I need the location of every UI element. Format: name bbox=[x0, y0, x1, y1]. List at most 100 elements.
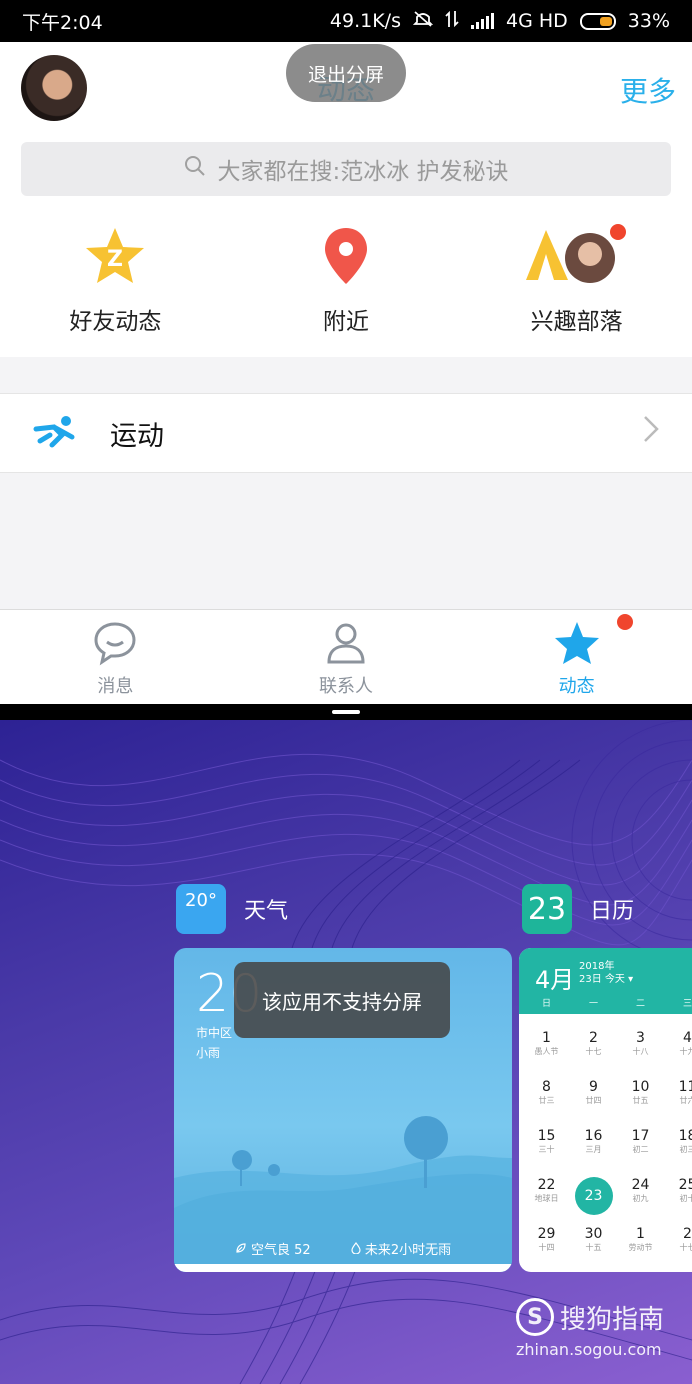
calendar-day[interactable]: 10 廿五 bbox=[617, 1079, 664, 1106]
calendar-day[interactable]: 16 三月 bbox=[570, 1128, 617, 1155]
calendar-day[interactable]: 22 地球日 bbox=[523, 1177, 570, 1204]
calendar-day-number: 4 bbox=[683, 1030, 692, 1046]
calendar-day[interactable]: 23 bbox=[570, 1177, 617, 1215]
calendar-day-number: 1 bbox=[636, 1226, 645, 1242]
split-handle[interactable] bbox=[332, 710, 360, 714]
weather-widget-title: 天气 bbox=[244, 899, 289, 924]
tab-messages[interactable]: 消息 bbox=[0, 610, 231, 704]
calendar-day-number: 16 bbox=[584, 1128, 603, 1144]
calendar-day-lunar: 初十 bbox=[679, 1194, 692, 1203]
star-z-icon: Z bbox=[75, 224, 155, 288]
calendar-day[interactable]: 24 初九 bbox=[617, 1177, 664, 1204]
calendar-day[interactable]: 18 初三 bbox=[664, 1128, 692, 1155]
weather-condition: 小雨 bbox=[196, 1046, 221, 1060]
calendar-weekdays: 日 一 二 三 bbox=[541, 999, 692, 1009]
calendar-day[interactable]: 29 十四 bbox=[523, 1226, 570, 1253]
air-quality: 空气良 52 bbox=[235, 1239, 311, 1258]
search-placeholder: 大家都在搜:范冰冰 护发秘诀 bbox=[217, 159, 509, 185]
calendar-day[interactable]: 15 三十 bbox=[523, 1128, 570, 1155]
calendar-day[interactable]: 25 初十 bbox=[664, 1177, 692, 1204]
calendar-day-number: 22 bbox=[537, 1177, 556, 1193]
calendar-day-number: 2 bbox=[683, 1226, 692, 1242]
tab-label: 动态 bbox=[558, 676, 595, 697]
calendar-day-lunar: 廿三 bbox=[538, 1096, 555, 1105]
data-transfer-icon bbox=[445, 10, 459, 33]
calendar-day-lunar: 地球日 bbox=[534, 1194, 559, 1203]
search-icon bbox=[183, 154, 207, 184]
calendar-day-lunar: 廿五 bbox=[632, 1096, 649, 1105]
calendar-subtitle: 2018年 23日 今天 ▾ bbox=[579, 961, 634, 985]
tab-label: 消息 bbox=[97, 676, 134, 697]
shortcut-row: Z 好友动态 附近 兴趣部落 bbox=[0, 224, 692, 344]
calendar-day[interactable]: 3 十八 bbox=[617, 1030, 664, 1057]
more-button[interactable]: 更多 bbox=[620, 70, 676, 110]
network-type: 4G HD bbox=[505, 10, 568, 32]
calendar-day-number: 30 bbox=[584, 1226, 603, 1242]
calendar-day-lunar: 三十 bbox=[538, 1145, 555, 1154]
calendar-day[interactable]: 11 廿六 bbox=[664, 1079, 692, 1106]
calendar-day[interactable]: 4 十九 bbox=[664, 1030, 692, 1057]
exit-split-button[interactable]: 退出分屏 bbox=[286, 44, 406, 102]
calendar-day[interactable]: 8 廿三 bbox=[523, 1079, 570, 1106]
calendar-day-number: 23 bbox=[574, 1177, 613, 1215]
calendar-day[interactable]: 30 十五 bbox=[570, 1226, 617, 1253]
calendar-day-lunar: 廿四 bbox=[585, 1096, 602, 1105]
calendar-day-number: 18 bbox=[678, 1128, 692, 1144]
calendar-day-number: 17 bbox=[631, 1128, 650, 1144]
calendar-widget[interactable]: 4月 2018年 23日 今天 ▾ 日 一 二 三 1 愚人节 2 十七 3 十八 4 十九 8… bbox=[519, 948, 692, 1272]
calendar-header: 4月 2018年 23日 今天 ▾ 日 一 二 三 bbox=[519, 948, 692, 1014]
drop-icon bbox=[351, 1242, 365, 1258]
calendar-month: 4月 bbox=[535, 966, 575, 994]
calendar-day-number: 3 bbox=[636, 1030, 645, 1046]
watermark-brand: 搜狗指南 bbox=[560, 1304, 665, 1335]
calendar-day-number: 1 bbox=[542, 1030, 551, 1046]
sogou-logo-icon: S bbox=[516, 1298, 554, 1336]
weather-app-icon: 20° bbox=[176, 884, 226, 934]
tab-feed[interactable]: 动态 bbox=[461, 610, 692, 704]
calendar-day-lunar: 十七 bbox=[585, 1047, 602, 1056]
shortcut-interest-tribe[interactable]: 兴趣部落 bbox=[461, 224, 692, 344]
calendar-day-number: 15 bbox=[537, 1128, 556, 1144]
calendar-day-lunar: 十五 bbox=[585, 1243, 602, 1252]
shortcut-label: 好友动态 bbox=[69, 309, 162, 335]
calendar-day-number: 8 bbox=[542, 1079, 551, 1095]
notification-dot bbox=[609, 224, 626, 240]
weather-widget-header[interactable]: 20° 天气 bbox=[176, 884, 288, 934]
calendar-day-lunar: 劳动节 bbox=[628, 1243, 653, 1252]
calendar-widget-header[interactable]: 23 日历 bbox=[522, 884, 634, 934]
status-bar: 下午2:04 49.1K/s 4G HD 33% bbox=[0, 0, 692, 42]
calendar-day-number: 24 bbox=[631, 1177, 650, 1193]
calendar-day-number: 2 bbox=[589, 1030, 598, 1046]
status-time: 下午2:04 bbox=[22, 11, 103, 34]
sport-row[interactable]: 运动 bbox=[0, 393, 692, 473]
chevron-right-icon bbox=[642, 415, 692, 451]
shortcut-friends-feed[interactable]: Z 好友动态 bbox=[0, 224, 231, 344]
tab-contacts[interactable]: 联系人 bbox=[231, 610, 462, 704]
mute-icon bbox=[412, 10, 434, 33]
top-app: 动态 退出分屏 更多 大家都在搜:范冰冰 护发秘诀 Z 好友动态 附近 bbox=[0, 42, 692, 704]
calendar-day[interactable]: 17 初二 bbox=[617, 1128, 664, 1155]
search-bar[interactable]: 大家都在搜:范冰冰 护发秘诀 bbox=[21, 142, 671, 196]
calendar-day-lunar: 初二 bbox=[632, 1145, 649, 1154]
calendar-day-lunar: 愚人节 bbox=[534, 1047, 559, 1056]
calendar-day-lunar: 廿六 bbox=[679, 1096, 692, 1105]
battery-level: 33% bbox=[627, 10, 670, 32]
calendar-day[interactable]: 9 廿四 bbox=[570, 1079, 617, 1106]
calendar-day[interactable]: 2 十七 bbox=[664, 1226, 692, 1253]
bottom-tab-bar: 消息 联系人 动态 bbox=[0, 609, 692, 704]
calendar-app-icon: 23 bbox=[522, 884, 572, 934]
calendar-day[interactable]: 2 十七 bbox=[570, 1030, 617, 1057]
shortcut-nearby[interactable]: 附近 bbox=[231, 224, 462, 344]
location-pin-icon bbox=[306, 224, 386, 288]
calendar-day-number: 25 bbox=[678, 1177, 692, 1193]
runner-icon bbox=[0, 415, 110, 451]
watermark: S 搜狗指南 zhinan.sogou.com bbox=[516, 1298, 664, 1359]
calendar-day[interactable]: 1 劳动节 bbox=[617, 1226, 664, 1253]
calendar-day-number: 10 bbox=[631, 1079, 650, 1095]
calendar-day-lunar: 十八 bbox=[632, 1047, 649, 1056]
weather-footer: 空气良 52 未来2小时无雨 bbox=[174, 1239, 512, 1258]
calendar-day[interactable]: 1 愚人节 bbox=[523, 1030, 570, 1057]
sport-label: 运动 bbox=[110, 420, 164, 452]
split-divider[interactable] bbox=[0, 704, 692, 720]
contact-person-icon bbox=[323, 620, 369, 670]
